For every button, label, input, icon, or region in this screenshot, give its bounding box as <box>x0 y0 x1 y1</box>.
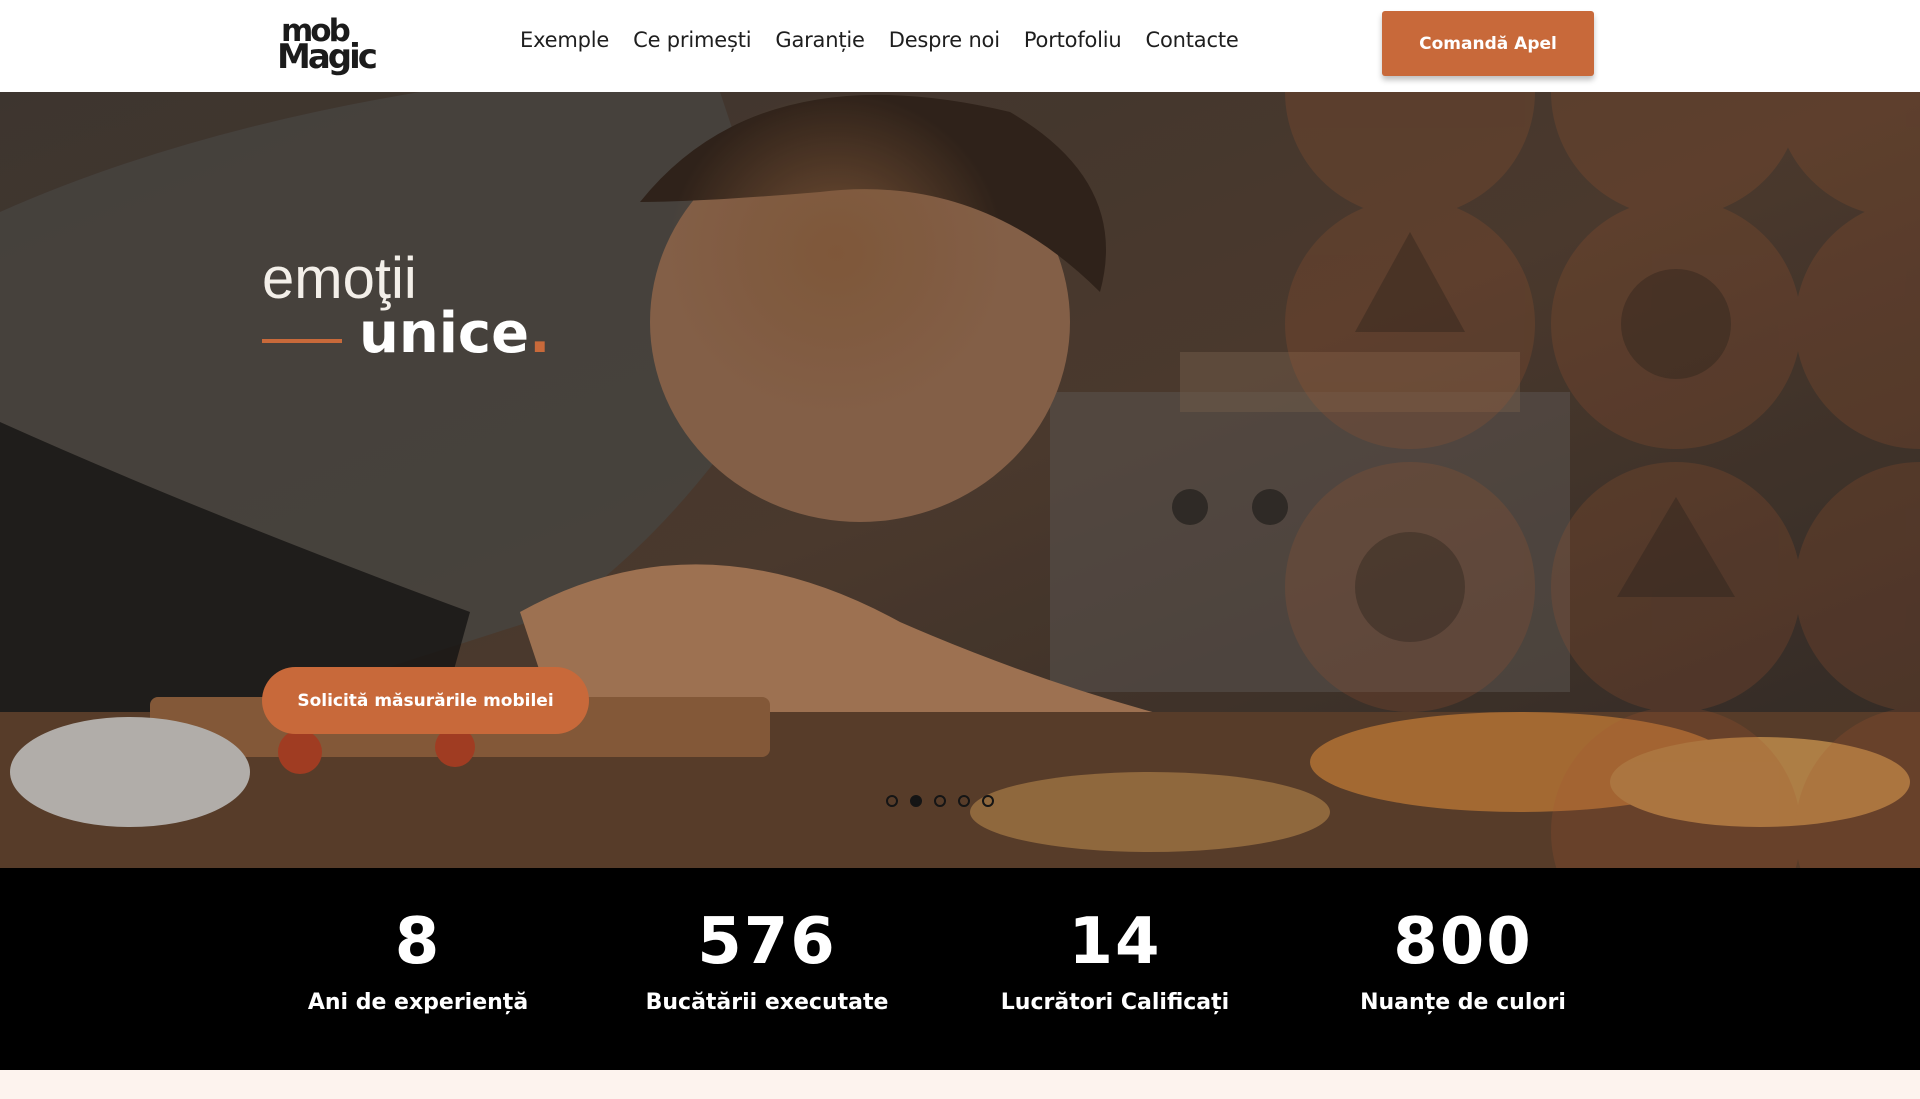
nav-link-portofoliu[interactable]: Portofoliu <box>1024 28 1122 52</box>
nav-link-garantie[interactable]: Garanție <box>775 28 865 52</box>
slider-pagination <box>886 795 994 807</box>
stat-label: Lucrători Calificați <box>1000 990 1230 1015</box>
mobmagic-logo[interactable]: mob Magic <box>277 14 378 77</box>
tagline-accent-rule <box>262 339 342 343</box>
tagline-emotii: emoţii <box>262 246 417 311</box>
tagline-unice-group: unice. <box>359 306 550 362</box>
stat-label: Ani de experiență <box>307 990 529 1015</box>
stat-label: Nuanțe de culori <box>1360 990 1566 1015</box>
stats-bar: 8 Ani de experiență 576 Bucătării execut… <box>0 868 1920 1070</box>
request-measurement-button[interactable]: Solicită măsurările mobilei <box>262 667 589 734</box>
stat-value: 800 <box>1393 905 1533 979</box>
slider-dot-1[interactable] <box>886 795 898 807</box>
stat-value: 576 <box>697 905 837 979</box>
stat-value: 8 <box>394 905 442 979</box>
slider-dot-4[interactable] <box>958 795 970 807</box>
stat-value: 14 <box>1068 905 1162 979</box>
nav-link-ce-primesti[interactable]: Ce primești <box>633 28 751 52</box>
hero-tagline: emoţii unice. <box>262 246 550 376</box>
tagline-unice-row: unice. <box>262 306 550 376</box>
hero-slider: emoţii unice. Solicită măsurările mobile… <box>0 92 1920 868</box>
slider-dot-5[interactable] <box>982 795 994 807</box>
site-header: mob Magic Exemple Ce primești Garanție D… <box>0 0 1920 92</box>
hero-background-image <box>0 92 1920 868</box>
stat-label: Bucătării executate <box>645 990 889 1015</box>
slider-dot-3[interactable] <box>934 795 946 807</box>
order-call-button[interactable]: Comandă Apel <box>1382 11 1594 76</box>
main-nav: Exemple Ce primești Garanție Despre noi … <box>520 28 1239 52</box>
nav-link-exemple[interactable]: Exemple <box>520 28 609 52</box>
logo-text-bottom: Magic <box>277 37 378 77</box>
tagline-dot: . <box>529 301 551 366</box>
next-section-edge <box>0 1070 1920 1099</box>
tagline-unice: unice <box>359 301 530 366</box>
nav-link-contacte[interactable]: Contacte <box>1146 28 1239 52</box>
slider-dot-2[interactable] <box>910 795 922 807</box>
nav-link-despre-noi[interactable]: Despre noi <box>889 28 1000 52</box>
